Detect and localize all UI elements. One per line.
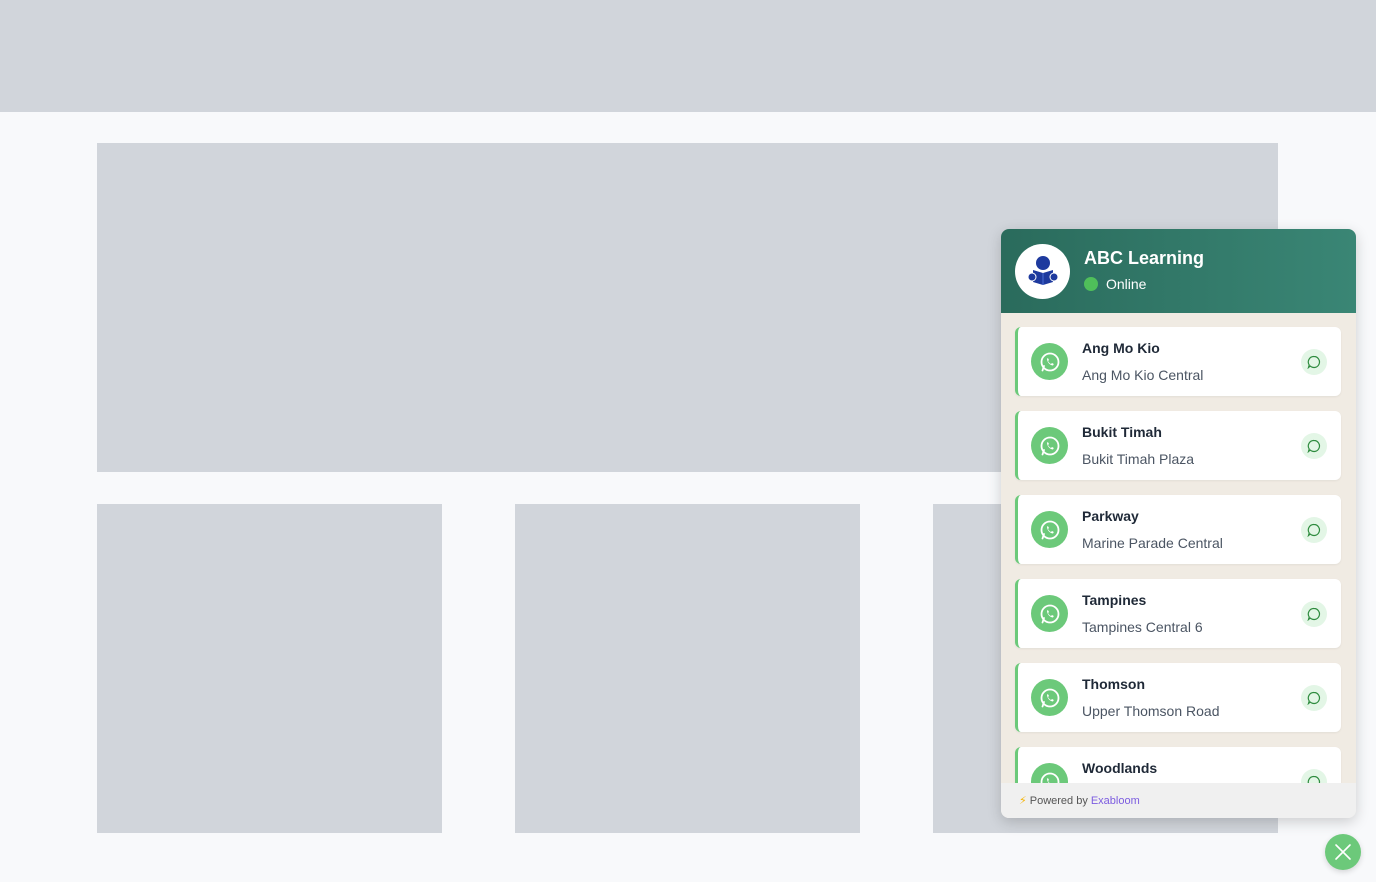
agent-name: Woodlands	[1082, 760, 1158, 776]
agent-name: Ang Mo Kio	[1082, 340, 1160, 356]
whatsapp-icon	[1031, 343, 1068, 380]
whatsapp-chat-widget: ABC Learning Online Ang Mo Kio Ang Mo Ki…	[1001, 229, 1356, 818]
agent-location: Marine Parade Central	[1082, 535, 1223, 551]
agent-item-parkway[interactable]: Parkway Marine Parade Central	[1015, 495, 1341, 564]
widget-footer: ⚡ Powered by Exabloom	[1001, 783, 1356, 818]
agent-item-tampines[interactable]: Tampines Tampines Central 6	[1015, 579, 1341, 648]
agent-name: Thomson	[1082, 676, 1145, 692]
agent-name: Parkway	[1082, 508, 1139, 524]
content-card-placeholder-1	[97, 504, 442, 833]
chat-bubble-icon[interactable]	[1301, 349, 1327, 375]
agent-item-ang-mo-kio[interactable]: Ang Mo Kio Ang Mo Kio Central	[1015, 327, 1341, 396]
powered-by-text: Powered by	[1029, 794, 1088, 807]
top-placeholder-bar	[0, 0, 1376, 112]
agent-location: Upper Thomson Road	[1082, 703, 1220, 719]
whatsapp-icon	[1031, 427, 1068, 464]
status-dot-icon	[1084, 277, 1098, 291]
chat-bubble-icon[interactable]	[1301, 517, 1327, 543]
agent-list[interactable]: Ang Mo Kio Ang Mo Kio Central Bukit Tima…	[1001, 313, 1356, 783]
whatsapp-icon	[1031, 595, 1068, 632]
agent-item-bukit-timah[interactable]: Bukit Timah Bukit Timah Plaza	[1015, 411, 1341, 480]
agent-location: Ang Mo Kio Central	[1082, 367, 1204, 383]
chat-bubble-icon[interactable]	[1301, 433, 1327, 459]
whatsapp-icon	[1031, 679, 1068, 716]
brand-avatar	[1015, 244, 1070, 299]
whatsapp-icon	[1031, 763, 1068, 783]
chat-bubble-icon[interactable]	[1301, 769, 1327, 783]
online-status: Online	[1084, 276, 1146, 292]
brand-link[interactable]: Exabloom	[1091, 795, 1140, 807]
whatsapp-icon	[1031, 511, 1068, 548]
agent-name: Tampines	[1082, 592, 1147, 608]
agent-item-woodlands[interactable]: Woodlands	[1015, 747, 1341, 783]
widget-title: ABC Learning	[1084, 248, 1205, 268]
agent-item-thomson[interactable]: Thomson Upper Thomson Road	[1015, 663, 1341, 732]
chat-bubble-icon[interactable]	[1301, 601, 1327, 627]
close-icon	[1335, 844, 1351, 860]
close-widget-button[interactable]	[1325, 834, 1361, 870]
agent-location: Tampines Central 6	[1082, 619, 1203, 635]
agent-name: Bukit Timah	[1082, 424, 1162, 440]
chat-bubble-icon[interactable]	[1301, 685, 1327, 711]
reading-person-logo-icon	[1027, 255, 1058, 285]
lightning-bolt-icon: ⚡	[1019, 795, 1027, 807]
content-card-placeholder-2	[515, 504, 860, 833]
status-text: Online	[1106, 276, 1147, 292]
agent-location: Bukit Timah Plaza	[1082, 451, 1195, 467]
widget-header: ABC Learning Online	[1001, 229, 1356, 313]
